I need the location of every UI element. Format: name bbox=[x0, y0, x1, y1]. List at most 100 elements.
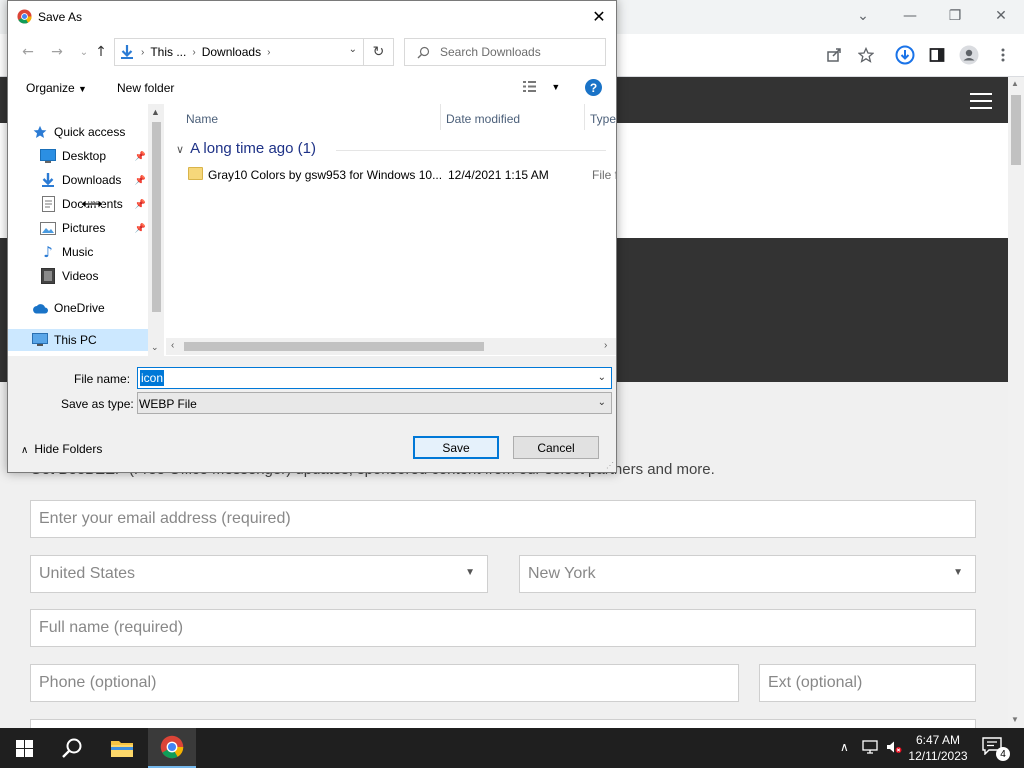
file-explorer-button[interactable] bbox=[98, 728, 146, 768]
scroll-left-icon[interactable]: ‹ bbox=[171, 340, 174, 351]
nav-item-documents[interactable]: Documents 📌 bbox=[8, 193, 148, 215]
chevron-down-icon: ▼ bbox=[551, 82, 561, 92]
clock-date: 12/11/2023 bbox=[908, 749, 968, 763]
dialog-titlebar: Save As ✕ bbox=[8, 1, 616, 32]
scroll-right-icon[interactable]: › bbox=[604, 340, 607, 351]
address-dropdown-icon[interactable]: ⌄ bbox=[349, 44, 357, 55]
nav-item-videos[interactable]: Videos bbox=[8, 265, 148, 287]
page-scrollbar[interactable]: ▲ ▼ bbox=[1008, 77, 1024, 728]
nav-item-desktop[interactable]: Desktop 📌 bbox=[8, 145, 148, 167]
navigation-pane: Quick access Desktop 📌 Downloads 📌 Docum… bbox=[8, 104, 164, 356]
state-value: New York bbox=[528, 565, 596, 582]
dropdown-arrow-icon: ▼ bbox=[465, 567, 475, 578]
column-name[interactable]: Name bbox=[186, 112, 218, 126]
scroll-down-icon[interactable]: ⌄ bbox=[151, 342, 159, 353]
chrome-logo-icon bbox=[17, 9, 32, 24]
page-scroll-thumb[interactable] bbox=[1011, 95, 1021, 165]
view-options-button[interactable]: ▼ bbox=[522, 80, 560, 96]
back-icon[interactable]: ← bbox=[19, 43, 37, 61]
file-name-label: File name: bbox=[74, 372, 131, 386]
group-header[interactable]: ∨ A long time ago (1) bbox=[176, 140, 316, 157]
refresh-button[interactable]: ↻ bbox=[364, 38, 394, 66]
sidepanel-icon[interactable] bbox=[926, 44, 948, 66]
nav-item-downloads[interactable]: Downloads 📌 bbox=[8, 169, 148, 191]
save-button[interactable]: Save bbox=[413, 436, 499, 459]
forward-icon[interactable]: → bbox=[48, 43, 66, 61]
profile-icon[interactable] bbox=[958, 44, 980, 66]
notification-center-button[interactable]: 4 bbox=[982, 737, 1010, 761]
cancel-button[interactable]: Cancel bbox=[513, 436, 599, 459]
pin-icon: 📌 bbox=[134, 174, 146, 185]
table-row[interactable]: Gray10 Colors by gsw953 for Windows 10..… bbox=[184, 164, 616, 186]
phone-field[interactable]: Phone (optional) bbox=[30, 664, 739, 702]
nav-label: Quick access bbox=[54, 125, 126, 139]
country-select[interactable]: United States ▼ bbox=[30, 555, 488, 593]
download-icon bbox=[40, 172, 56, 188]
nav-item-this-pc[interactable]: This PC bbox=[8, 329, 148, 351]
dropdown-arrow-icon: ▼ bbox=[953, 567, 963, 578]
chrome-taskbar-button[interactable] bbox=[148, 728, 196, 768]
chevron-down-icon[interactable]: ⌄ bbox=[598, 372, 606, 383]
breadcrumb-this-pc[interactable]: This ... bbox=[150, 45, 186, 59]
next-field[interactable] bbox=[30, 719, 976, 728]
nav-item-onedrive[interactable]: OneDrive bbox=[8, 297, 148, 319]
pin-icon: 📌 bbox=[134, 222, 146, 233]
music-icon: ♪ bbox=[43, 243, 53, 261]
network-icon[interactable] bbox=[862, 740, 878, 757]
up-folder-icon[interactable]: ↑ bbox=[92, 43, 110, 61]
dialog-close-button[interactable]: ✕ bbox=[588, 5, 610, 27]
cloud-icon bbox=[32, 300, 48, 316]
restore-button[interactable]: ❐ bbox=[943, 6, 967, 26]
ext-field[interactable]: Ext (optional) bbox=[759, 664, 976, 702]
file-list-hscrollbar[interactable]: ‹ › bbox=[166, 338, 616, 355]
hide-folders-button[interactable]: ∧ Hide Folders bbox=[21, 442, 102, 456]
column-divider[interactable] bbox=[584, 104, 585, 130]
email-field[interactable]: Enter your email address (required) bbox=[30, 500, 976, 538]
breadcrumb-downloads[interactable]: Downloads bbox=[202, 45, 261, 59]
hamburger-menu-icon[interactable] bbox=[970, 93, 992, 109]
resize-grip-icon[interactable]: ⋰ bbox=[606, 461, 614, 470]
group-label: A long time ago (1) bbox=[190, 140, 316, 157]
tab-search-button[interactable]: ⌄ bbox=[851, 6, 875, 26]
star-icon[interactable] bbox=[855, 44, 877, 66]
address-bar[interactable]: › This ... › Downloads › ⌄ bbox=[114, 38, 364, 66]
dialog-title: Save As bbox=[38, 10, 83, 24]
fullname-field[interactable]: Full name (required) bbox=[30, 609, 976, 647]
close-window-button[interactable]: ✕ bbox=[989, 6, 1013, 26]
recent-locations-icon[interactable]: ⌄ bbox=[75, 43, 93, 61]
download-icon[interactable] bbox=[894, 44, 916, 66]
volume-muted-icon[interactable] bbox=[886, 740, 902, 757]
nav-item-music[interactable]: ♪ Music bbox=[8, 241, 148, 263]
organize-button[interactable]: Organize ▼ bbox=[26, 81, 87, 95]
tray-overflow-icon[interactable]: ∧ bbox=[840, 740, 849, 754]
computer-icon bbox=[32, 332, 48, 348]
save-type-select[interactable]: WEBP File ⌄ bbox=[137, 392, 612, 414]
column-divider[interactable] bbox=[440, 104, 441, 130]
email-placeholder: Enter your email address (required) bbox=[39, 510, 291, 527]
system-clock[interactable]: 6:47 AM 12/11/2023 bbox=[906, 732, 970, 764]
nav-item-quick-access[interactable]: Quick access bbox=[8, 121, 148, 143]
new-folder-button[interactable]: New folder bbox=[117, 81, 174, 95]
column-date-modified[interactable]: Date modified bbox=[446, 112, 520, 126]
hscroll-thumb[interactable] bbox=[184, 342, 484, 351]
start-button[interactable] bbox=[0, 728, 48, 768]
scroll-up-icon[interactable]: ▲ bbox=[151, 107, 160, 117]
search-input[interactable] bbox=[440, 45, 600, 59]
column-type[interactable]: Type bbox=[590, 112, 616, 126]
menu-icon[interactable] bbox=[992, 44, 1014, 66]
state-select[interactable]: New York ▼ bbox=[519, 555, 976, 593]
nav-scroll-thumb[interactable] bbox=[152, 122, 161, 312]
share-icon[interactable] bbox=[823, 44, 845, 66]
scroll-down-icon[interactable]: ▼ bbox=[1011, 715, 1019, 724]
file-name-combobox[interactable]: icon ⌄ bbox=[137, 367, 612, 389]
scroll-up-icon[interactable]: ▲ bbox=[1011, 79, 1019, 88]
search-box[interactable] bbox=[404, 38, 606, 66]
file-name-input[interactable] bbox=[140, 370, 580, 386]
minimize-button[interactable]: — bbox=[898, 6, 922, 26]
resize-cursor-icon bbox=[80, 199, 104, 209]
search-button[interactable] bbox=[48, 728, 96, 768]
help-icon[interactable]: ? bbox=[585, 79, 602, 96]
chevron-down-icon: ∨ bbox=[176, 144, 185, 156]
nav-pane-scrollbar[interactable]: ▲ ⌄ bbox=[148, 104, 164, 356]
nav-item-pictures[interactable]: Pictures 📌 bbox=[8, 217, 148, 239]
